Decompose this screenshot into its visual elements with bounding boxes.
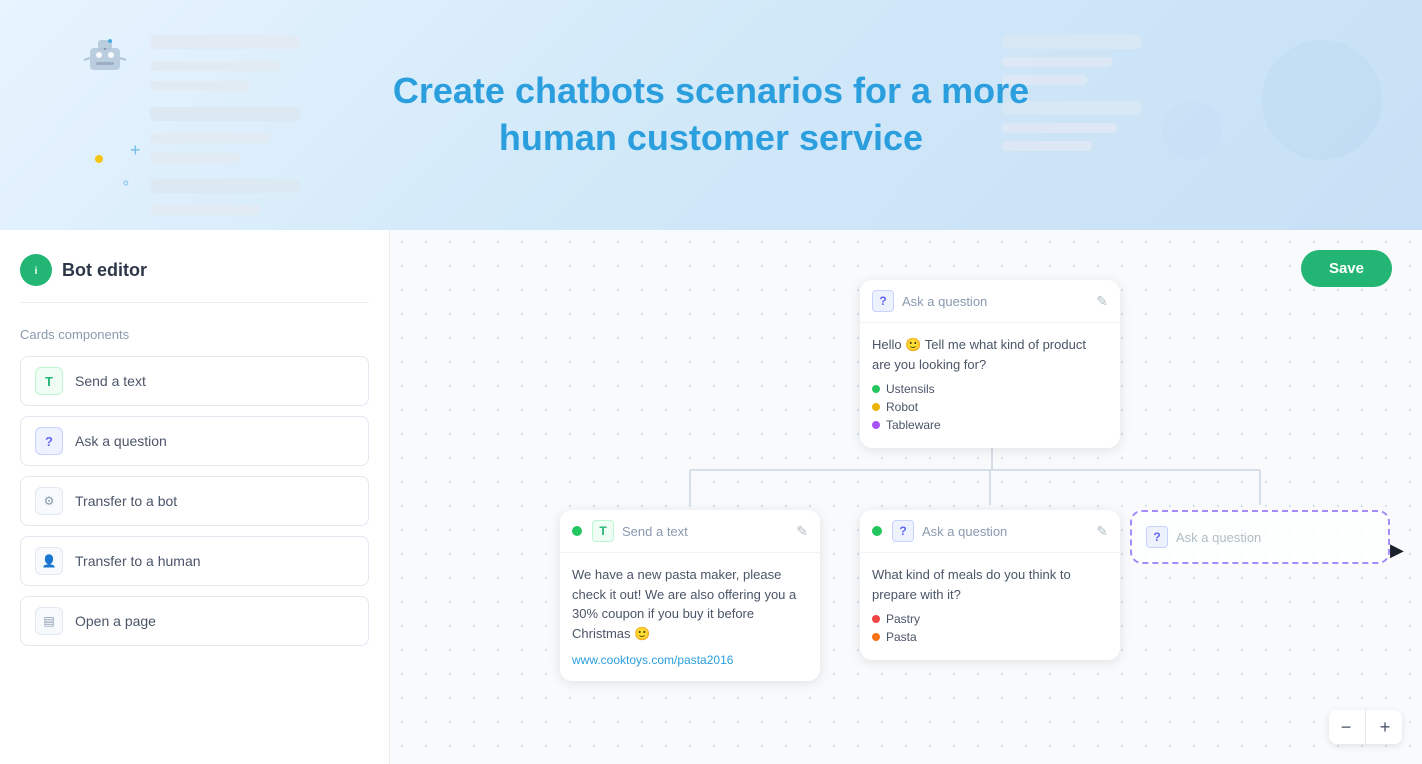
canvas[interactable]: Save ? Ask a question ✎ Hell (390, 230, 1422, 764)
hero-title-line2: human customer service (499, 117, 923, 158)
transfer-human-icon: 👤 (35, 547, 63, 575)
hero-title-line1: Create chatbots scenarios for a more (393, 70, 1029, 111)
card-send-text-header-left: T Send a text (572, 520, 688, 542)
status-dot-ask (872, 526, 882, 536)
sidebar-item-ask-question[interactable]: ? Ask a question (20, 416, 369, 466)
deco-circle-right (1262, 40, 1382, 160)
transfer-bot-label: Transfer to a bot (75, 493, 177, 509)
deco-circle-small (1162, 100, 1222, 160)
option-tableware-label: Tableware (886, 418, 941, 432)
sidebar-title: Bot editor (62, 260, 147, 281)
ghost-icon: ? (1146, 526, 1168, 548)
card-header-left-top: ? Ask a question (872, 290, 987, 312)
dot-robot (872, 403, 880, 411)
card-edit-send-text[interactable]: ✎ (796, 523, 808, 540)
status-dot-send-text (572, 526, 582, 536)
ask-question-icon: ? (35, 427, 63, 455)
card-ask-question-top[interactable]: ? Ask a question ✎ Hello 🙂 Tell me what … (860, 280, 1120, 448)
option-robot: Robot (872, 400, 1108, 414)
card-title-top: Ask a question (902, 294, 987, 309)
deco-robot (80, 30, 130, 85)
sidebar-header: i Bot editor (20, 254, 369, 303)
card-ask-question-bottom-title: Ask a question (922, 524, 1007, 539)
card-header-top: ? Ask a question ✎ (860, 280, 1120, 323)
ghost-text: Ask a question (1176, 530, 1261, 545)
option-ustensils: Ustensils (872, 382, 1108, 396)
option-tableware: Tableware (872, 418, 1108, 432)
bot-icon: i (20, 254, 52, 286)
open-page-icon: ▤ (35, 607, 63, 635)
deco-dot (95, 155, 103, 163)
card-ask-question-bottom-header-left: ? Ask a question (872, 520, 1007, 542)
card-body-top: Hello 🙂 Tell me what kind of product are… (860, 323, 1120, 448)
card-ghost[interactable]: ? Ask a question (1130, 510, 1390, 564)
send-text-label: Send a text (75, 373, 146, 389)
sidebar: i Bot editor Cards components T Send a t… (0, 230, 390, 764)
card-edit-top[interactable]: ✎ (1096, 293, 1108, 310)
card-send-text-content: We have a new pasta maker, please check … (572, 565, 808, 643)
deco-plus: + (130, 140, 141, 161)
zoom-out-button[interactable]: − (1329, 710, 1363, 744)
transfer-human-label: Transfer to a human (75, 553, 201, 569)
zoom-divider (1365, 710, 1366, 744)
sidebar-item-transfer-human[interactable]: 👤 Transfer to a human (20, 536, 369, 586)
dot-ustensils (872, 385, 880, 393)
option-pastry: Pastry (872, 612, 1108, 626)
card-send-text-body: We have a new pasta maker, please check … (560, 553, 820, 681)
card-send-text-link[interactable]: www.cooktoys.com/pasta2016 (572, 653, 733, 667)
card-ask-question-bottom-header: ? Ask a question ✎ (860, 510, 1120, 553)
sidebar-item-transfer-bot[interactable]: ⚙ Transfer to a bot (20, 476, 369, 526)
hero-section: + ⚬ Create chatbots scenarios for a more… (0, 0, 1422, 230)
card-text-top: Hello 🙂 Tell me what kind of product are… (872, 335, 1108, 374)
card-ask-question-bottom-body: What kind of meals do you think to prepa… (860, 553, 1120, 660)
section-label: Cards components (20, 327, 369, 342)
save-button[interactable]: Save (1301, 250, 1392, 287)
option-pasta: Pasta (872, 630, 1108, 644)
sidebar-item-open-page[interactable]: ▤ Open a page (20, 596, 369, 646)
dot-pasta (872, 633, 880, 641)
card-edit-ask-bottom[interactable]: ✎ (1096, 523, 1108, 540)
text-icon-send: T (592, 520, 614, 542)
option-ustensils-label: Ustensils (886, 382, 935, 396)
dot-tableware (872, 421, 880, 429)
deco-person: ⚬ (120, 175, 132, 192)
card-send-text-header: T Send a text ✎ (560, 510, 820, 553)
option-robot-label: Robot (886, 400, 918, 414)
card-ask-question-bottom-text: What kind of meals do you think to prepa… (872, 565, 1108, 604)
question-icon-top: ? (872, 290, 894, 312)
zoom-controls: − + (1329, 710, 1402, 744)
sidebar-item-send-text[interactable]: T Send a text (20, 356, 369, 406)
card-send-text-title: Send a text (622, 524, 688, 539)
question-icon-bottom: ? (892, 520, 914, 542)
card-ask-question-bottom[interactable]: ? Ask a question ✎ What kind of meals do… (860, 510, 1120, 660)
dot-pastry (872, 615, 880, 623)
card-send-text[interactable]: T Send a text ✎ We have a new pasta make… (560, 510, 820, 681)
svg-text:i: i (35, 266, 38, 277)
hero-title: Create chatbots scenarios for a more hum… (393, 68, 1029, 162)
ask-question-label: Ask a question (75, 433, 167, 449)
send-text-icon: T (35, 367, 63, 395)
option-pasta-label: Pasta (886, 630, 917, 644)
zoom-in-button[interactable]: + (1368, 710, 1402, 744)
cursor: ▶ (1390, 540, 1404, 561)
open-page-label: Open a page (75, 613, 156, 629)
main-layout: i Bot editor Cards components T Send a t… (0, 230, 1422, 764)
transfer-bot-icon: ⚙ (35, 487, 63, 515)
option-pastry-label: Pastry (886, 612, 920, 626)
deco-cards-left (150, 35, 300, 215)
